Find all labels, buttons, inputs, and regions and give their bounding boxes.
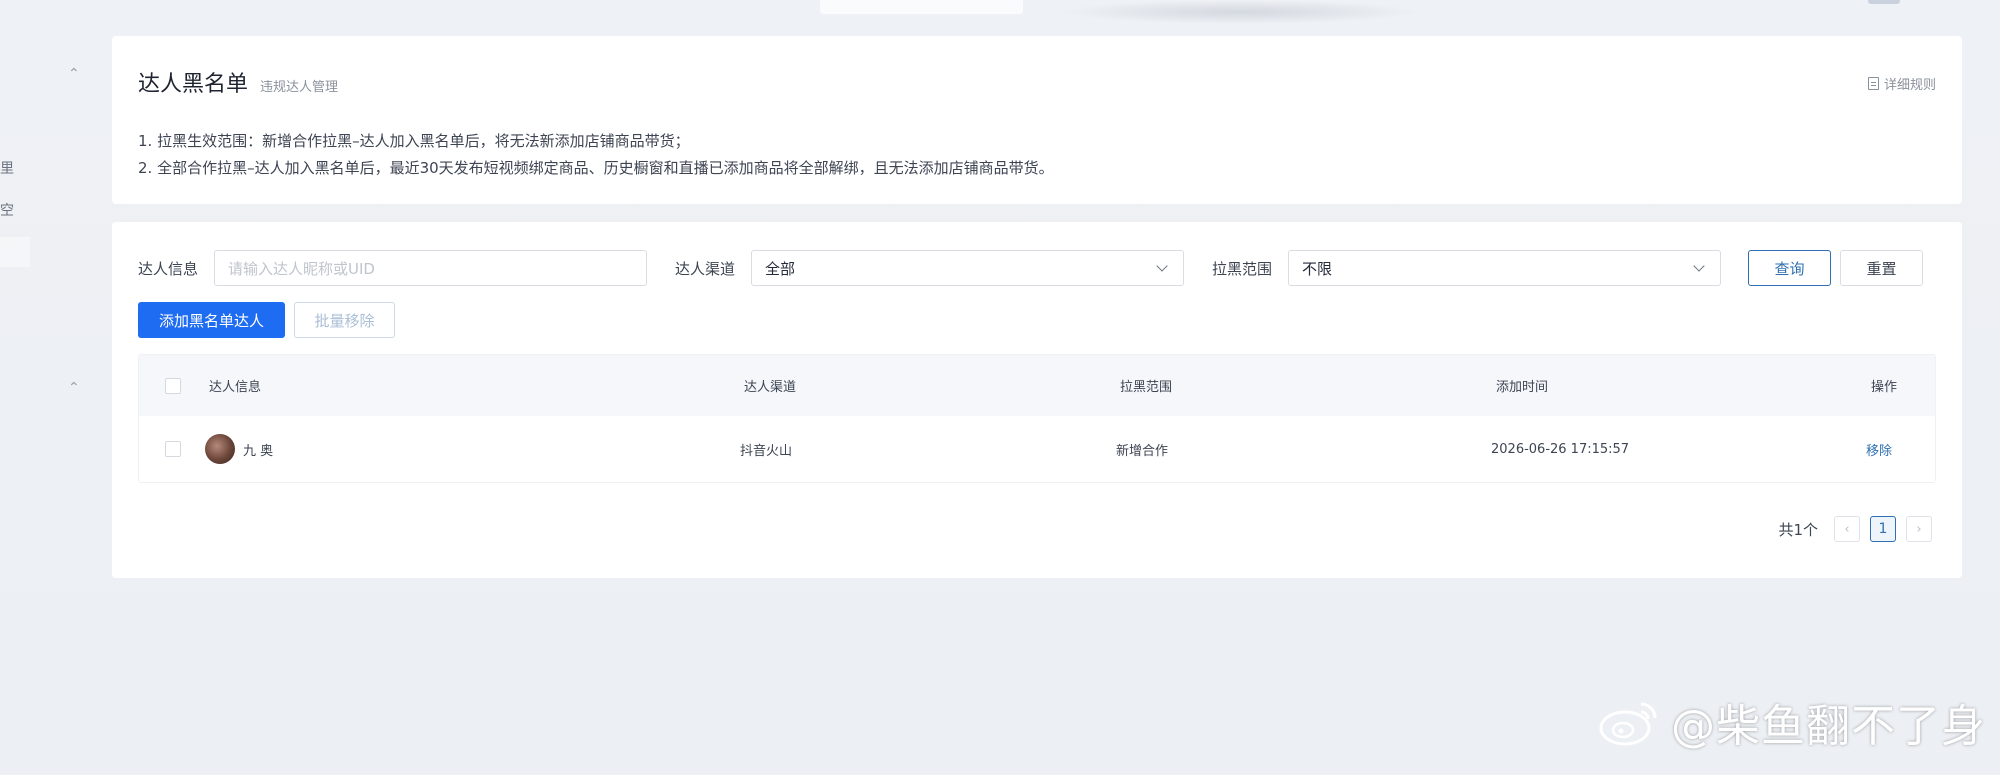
top-shadow (1060, 0, 1420, 24)
select-all-checkbox[interactable] (165, 377, 181, 394)
note-line: 1. 拉黑生效范围：新增合作拉黑–达人加入黑名单后，将无法新添加店铺商品带货； (138, 132, 690, 150)
chevron-down-icon (1693, 260, 1705, 272)
query-button[interactable]: 查询 (1748, 250, 1832, 286)
avatar (205, 434, 235, 464)
chevron-up-icon[interactable]: ⌃ (68, 66, 80, 82)
document-icon (1867, 77, 1879, 90)
remove-link[interactable]: 移除 (1866, 440, 1892, 459)
watermark: @柴鱼翻不了身 (1597, 690, 1986, 754)
column-header: 操作 (1871, 380, 1898, 395)
main-card: 达人信息 请输入达人昵称或UID 达人渠道 全部 拉黑范围 不限 查询 重置 添… (112, 222, 1962, 578)
blacklist-scope: 新增合作 (1116, 443, 1169, 459)
column-header: 达人信息 (209, 380, 262, 395)
table-row: 九 奥 抖音火山 新增合作 2026-06-26 17:15:57 移除 (139, 416, 1935, 482)
creator-name: 九 奥 (243, 443, 274, 459)
column-header: 添加时间 (1496, 380, 1549, 395)
next-page-button[interactable]: › (1906, 516, 1932, 542)
sidebar-item-fragment[interactable]: 里 (0, 158, 14, 178)
added-time: 2026-06-26 17:15:57 (1491, 441, 1630, 457)
info-filter-label: 达人信息 (138, 259, 199, 278)
watermark-text: @柴鱼翻不了身 (1671, 701, 1986, 752)
weibo-logo-icon (1599, 702, 1657, 746)
page-subtitle: 违规达人管理 (260, 80, 339, 95)
row-checkbox[interactable] (165, 441, 181, 457)
info-search-input[interactable]: 请输入达人昵称或UID (214, 250, 648, 286)
table-header: 达人信息 达人渠道 拉黑范围 添加时间 操作 (139, 355, 1935, 416)
pagination-total: 共1个 (1778, 520, 1818, 539)
action-row: 添加黑名单达人 批量移除 (138, 302, 1936, 338)
scope-filter-label: 拉黑范围 (1212, 259, 1273, 278)
page-title: 达人黑名单 (138, 72, 249, 97)
blacklist-table: 达人信息 达人渠道 拉黑范围 添加时间 操作 九 奥 抖音火山 新增合作 202… (138, 354, 1936, 483)
sidebar: ⌃ 里 空 ⌃ (0, 0, 110, 775)
creator-channel: 抖音火山 (740, 443, 793, 459)
detail-rules-link[interactable]: 详细规则 (1867, 74, 1936, 93)
channel-select-value: 全部 (765, 259, 796, 278)
column-header: 拉黑范围 (1120, 380, 1173, 395)
page-1-button[interactable]: 1 (1870, 516, 1896, 542)
note-line: 2. 全部合作拉黑–达人加入黑名单后，最近30天发布短视频绑定商品、历史橱窗和直… (138, 159, 1054, 177)
top-window-tab (820, 0, 1023, 14)
prev-page-button[interactable]: ‹ (1834, 516, 1860, 542)
pagination: 共1个 ‹ 1 › (1778, 516, 1932, 542)
column-header: 达人渠道 (744, 380, 797, 395)
sidebar-item-fragment[interactable]: 空 (0, 200, 14, 220)
add-blacklist-button[interactable]: 添加黑名单达人 (138, 302, 285, 338)
top-right-edge (1868, 0, 1900, 4)
chevron-down-icon (1156, 260, 1168, 272)
info-search-placeholder: 请输入达人昵称或UID (228, 259, 375, 278)
reset-button[interactable]: 重置 (1840, 250, 1924, 286)
rules-notes: 1. 拉黑生效范围：新增合作拉黑–达人加入黑名单后，将无法新添加店铺商品带货； … (138, 128, 1936, 182)
sidebar-active-highlight (0, 237, 30, 267)
filter-row: 达人信息 请输入达人昵称或UID 达人渠道 全部 拉黑范围 不限 查询 重置 (138, 250, 1936, 286)
channel-select[interactable]: 全部 (751, 250, 1185, 286)
chevron-up-icon[interactable]: ⌃ (68, 380, 80, 396)
scope-select[interactable]: 不限 (1288, 250, 1722, 286)
batch-remove-button[interactable]: 批量移除 (294, 302, 395, 338)
header-card: 达人黑名单 违规达人管理 详细规则 1. 拉黑生效范围：新增合作拉黑–达人加入黑… (112, 36, 1962, 204)
scope-select-value: 不限 (1302, 259, 1333, 278)
channel-filter-label: 达人渠道 (675, 259, 736, 278)
detail-rules-label: 详细规则 (1883, 78, 1936, 93)
